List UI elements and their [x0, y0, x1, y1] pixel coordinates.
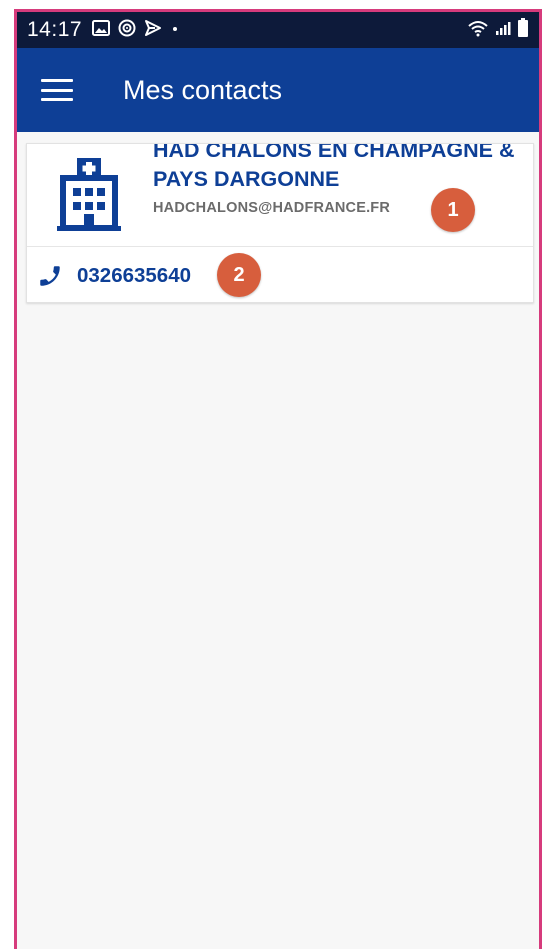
status-icons-right: [467, 12, 529, 48]
phone-icon: [37, 263, 63, 289]
menu-icon[interactable]: [41, 79, 73, 101]
contact-card[interactable]: HAD CHALONS EN CHAMPAGNE & PAYS DARGONNE…: [26, 143, 534, 303]
dot-icon: [170, 21, 180, 39]
signal-icon: [495, 20, 511, 41]
image-icon: [92, 19, 111, 41]
annotation-badge-1: 1: [431, 188, 475, 232]
contact-phone-number[interactable]: 0326635640: [77, 264, 191, 288]
status-icons-left: [92, 19, 180, 42]
contact-email[interactable]: HADCHALONS@HADFRANCE.FR: [153, 200, 390, 216]
phone-frame: 14:17 Mes contacts HAD CHALONS EN CHAMPA…: [14, 9, 542, 949]
annotation-badge-2: 2: [217, 253, 261, 297]
battery-icon: [517, 17, 529, 43]
contacts-list: HAD CHALONS EN CHAMPAGNE & PAYS DARGONNE…: [17, 132, 539, 949]
page-title: Mes contacts: [123, 74, 283, 105]
contact-phone-row[interactable]: 0326635640 2: [27, 247, 533, 304]
contact-header: HAD CHALONS EN CHAMPAGNE & PAYS DARGONNE…: [27, 144, 533, 247]
target-icon: [118, 19, 136, 42]
send-icon: [144, 19, 162, 42]
wifi-icon: [467, 19, 489, 42]
contact-name: HAD CHALONS EN CHAMPAGNE & PAYS DARGONNE: [153, 144, 515, 191]
hospital-icon: [57, 156, 121, 232]
app-bar: Mes contacts: [17, 48, 539, 132]
status-time: 14:17: [27, 18, 83, 41]
status-bar: 14:17: [17, 12, 539, 48]
